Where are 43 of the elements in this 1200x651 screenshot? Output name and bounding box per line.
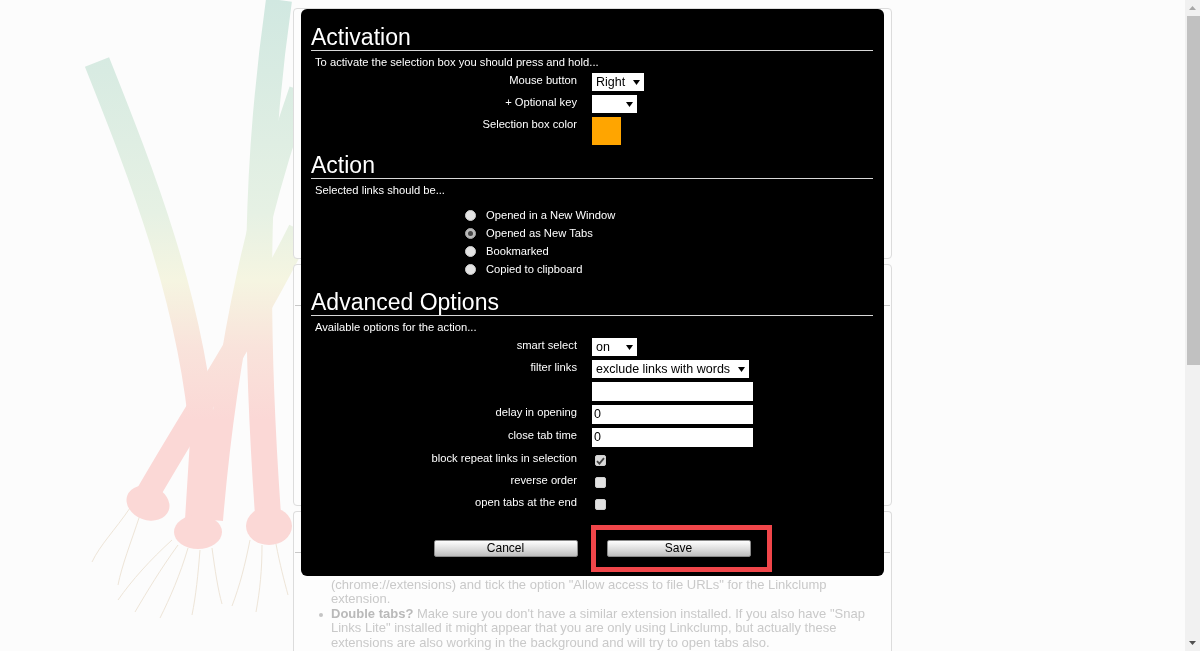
option-label: Opened as New Tabs bbox=[486, 226, 593, 240]
dropdown[interactable]: exclude links with words bbox=[592, 360, 750, 378]
caret-icon bbox=[626, 101, 633, 107]
text-field[interactable] bbox=[592, 382, 753, 401]
radio-button[interactable] bbox=[465, 209, 476, 221]
dropdown[interactable]: Right bbox=[592, 73, 645, 91]
section-heading: Activation bbox=[311, 24, 412, 50]
section-heading: Action bbox=[311, 152, 376, 178]
checkmark-icon bbox=[596, 456, 605, 465]
option-label: Opened in a New Window bbox=[486, 208, 616, 222]
field-label: Mouse button bbox=[509, 74, 577, 86]
dialog-button[interactable]: Cancel bbox=[433, 540, 578, 557]
caret-icon bbox=[626, 344, 633, 350]
field-label: filter links bbox=[530, 361, 577, 373]
radio-button[interactable] bbox=[465, 263, 476, 275]
field-label: close tab time bbox=[507, 429, 577, 441]
radio-button[interactable] bbox=[465, 245, 476, 257]
field-label: delay in opening bbox=[495, 406, 577, 418]
color-swatch-icon[interactable] bbox=[592, 117, 621, 145]
checkbox[interactable] bbox=[595, 455, 606, 466]
section-intro: To activate the selection box you should press and hold... bbox=[314, 55, 600, 69]
text-field[interactable]: 0 bbox=[592, 405, 753, 424]
section-heading: Advanced Options bbox=[311, 289, 500, 315]
section-intro: Selected links should be... bbox=[314, 183, 446, 197]
field-label: reverse order bbox=[510, 474, 577, 486]
scrollbar-thumb[interactable] bbox=[1186, 16, 1200, 365]
caret-icon bbox=[738, 366, 746, 372]
field-label: block repeat links in selection bbox=[431, 452, 577, 464]
scroll-down-icon[interactable] bbox=[1189, 641, 1196, 645]
section-intro: Available options for the action... bbox=[314, 320, 478, 334]
dropdown[interactable]: on bbox=[592, 338, 637, 356]
field-label: open tabs at the end bbox=[475, 496, 577, 508]
field-label: Selection box color bbox=[482, 118, 577, 130]
field-label: smart select bbox=[516, 339, 577, 351]
dialog-button[interactable]: Save bbox=[606, 540, 751, 557]
option-label: Bookmarked bbox=[486, 244, 549, 258]
dropdown[interactable] bbox=[592, 95, 637, 113]
text-field[interactable]: 0 bbox=[592, 428, 753, 447]
caret-icon bbox=[633, 79, 641, 85]
radio-dot-icon bbox=[468, 230, 473, 236]
option-label: Copied to clipboard bbox=[486, 262, 583, 276]
field-label: + Optional key bbox=[505, 96, 577, 108]
radio-button[interactable] bbox=[465, 227, 476, 239]
